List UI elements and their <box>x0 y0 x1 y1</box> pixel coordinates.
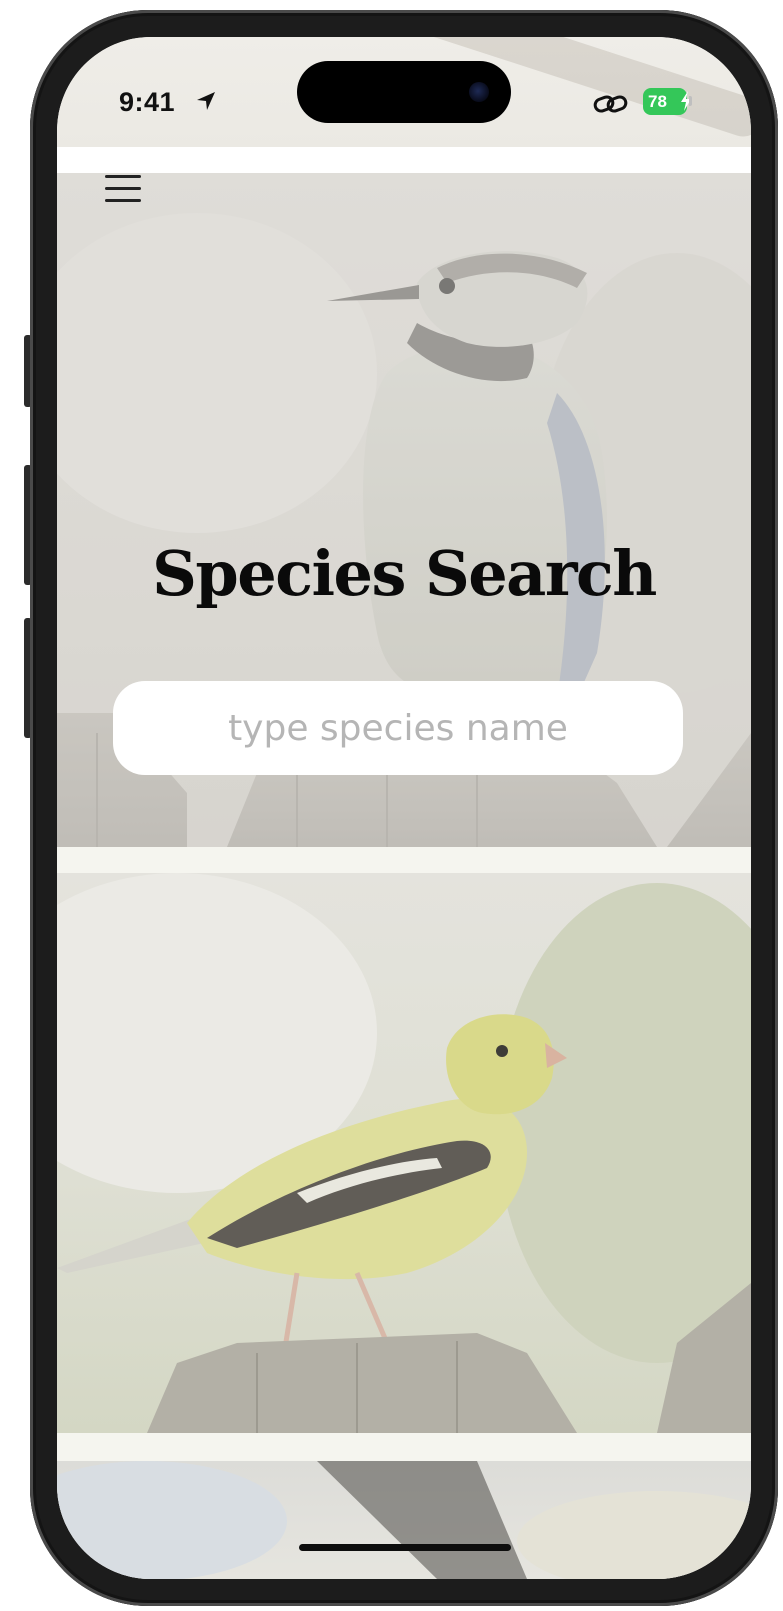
header-strip <box>57 147 751 173</box>
device-stage: 9:41 78 Species Search type species name <box>0 0 783 1611</box>
front-camera <box>469 82 489 102</box>
battery-cap <box>689 96 692 106</box>
section-divider <box>57 1433 751 1461</box>
bird-image-card[interactable] <box>57 1461 751 1579</box>
app-screen: 9:41 78 Species Search type species name <box>57 37 751 1579</box>
goldfinch-image <box>57 873 751 1433</box>
link-icon <box>593 95 628 113</box>
bird-image-partial <box>57 1461 751 1579</box>
home-indicator[interactable] <box>299 1544 511 1551</box>
hero-section: Species Search <box>57 173 751 847</box>
menu-line <box>105 175 141 178</box>
status-time: 9:41 <box>119 87 176 117</box>
phone-frame: 9:41 78 Species Search type species name <box>30 10 778 1606</box>
goldfinch-image-card[interactable] <box>57 873 751 1433</box>
hamburger-menu-icon[interactable] <box>101 173 145 209</box>
species-search-input[interactable] <box>113 681 683 775</box>
page-title: Species Search <box>152 537 657 610</box>
status-bar: 9:41 78 <box>57 37 751 147</box>
battery-level: 78 <box>648 92 667 111</box>
dynamic-island <box>297 61 511 123</box>
section-divider <box>57 847 751 873</box>
location-arrow-icon <box>197 92 215 110</box>
menu-line <box>105 199 141 202</box>
menu-line <box>105 187 141 190</box>
